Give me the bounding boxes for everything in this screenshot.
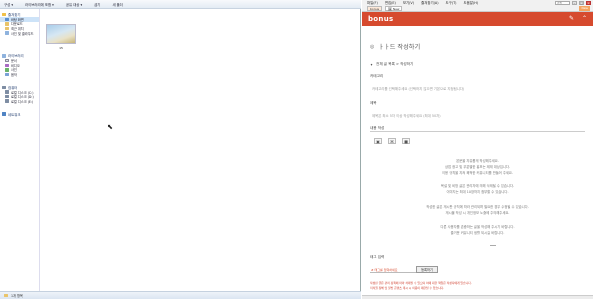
tab-new[interactable]: 🖼 New: [385, 6, 403, 11]
breadcrumb-text: 전체 글 목록 > 작성하기: [376, 62, 414, 66]
image-icon[interactable]: ▣: [374, 138, 382, 144]
editor-line: 본문을 자유롭게 작성해주세요.: [456, 159, 499, 163]
breadcrumb: ✦ 전체 글 목록 > 작성하기: [370, 62, 413, 67]
nav-item-drive-e[interactable]: 로컬 디스크 (E:): [0, 99, 39, 104]
drive-icon: [5, 99, 9, 103]
explorer-toolbar: 구성 ▾ 라이브러리에 포함 ▾ 공유 대상 ▾ 굽기 새 폴더: [0, 0, 361, 9]
music-icon: [5, 72, 9, 77]
nav-item-cloud[interactable]: 사진 및 클라우드: [0, 31, 39, 36]
bonus-panel: 파일(F) 편집(E) 보기(V) 즐겨찾기(A) 도구(T) 도움말(H) 검…: [362, 0, 593, 299]
category-select[interactable]: 카테고리를 선택해주세요 (선택하지 않으면 기본으로 지정됩니다): [372, 86, 464, 91]
drive-icon: [5, 90, 9, 94]
tag-label: 태그 입력: [370, 255, 385, 259]
video-icon: [5, 63, 9, 68]
back-icon[interactable]: ◎: [370, 44, 374, 50]
menu-view[interactable]: 보기(V): [403, 0, 414, 5]
toolbar-organize[interactable]: 구성 ▾: [4, 2, 13, 7]
editor-toolbar: ▣ ⌘ ■: [374, 138, 410, 144]
mouse-cursor-icon: ⬉: [107, 123, 113, 131]
edit-icon[interactable]: ✎: [569, 15, 574, 22]
content-editor[interactable]: ▣ ⌘ ■ 본문을 자유롭게 작성해주세요. 상업 광고 및 무분별한 홍보는 …: [370, 131, 585, 246]
pin-icon: ✦: [370, 62, 374, 67]
page-title-row: ◎ ㅏㅏ드 작성하기: [370, 42, 421, 52]
toolbar-burn[interactable]: 굽기: [94, 2, 100, 7]
close-button[interactable]: ×: [586, 1, 591, 5]
library-icon: [2, 54, 6, 58]
editor-line: 이용 규칙을 지켜 쾌적한 커뮤니티를 만들어 주세요.: [441, 171, 514, 175]
bookmark-new[interactable]: New: [579, 6, 590, 11]
bottom-bar: [362, 295, 593, 299]
editor-line: 다른 사용자를 존중하는 글을 작성해 주시기 바랍니다.: [440, 225, 515, 229]
computer-icon: [2, 85, 6, 89]
desktop-icon: [5, 17, 9, 22]
resize-handle[interactable]: [490, 245, 496, 246]
tab-bonus[interactable]: bonus: [367, 6, 383, 11]
minimize-button[interactable]: –: [572, 1, 577, 5]
search-box[interactable]: 검색: [555, 1, 570, 5]
page-title: ㅏㅏ드 작성하기: [378, 44, 421, 51]
category-label: 카테고리: [370, 74, 384, 78]
status-bar: 1개 항목: [0, 291, 361, 299]
file-explorer-window: 구성 ▾ 라이브러리에 포함 ▾ 공유 대상 ▾ 굽기 새 폴더 즐겨찾기 바탕…: [0, 0, 361, 299]
folder-icon: [5, 22, 9, 26]
bookmark-bar: New: [579, 6, 590, 11]
menu-favorites[interactable]: 즐겨찾기(A): [421, 0, 438, 5]
toolbar-include-library[interactable]: 라이브러리에 포함 ▾: [25, 2, 54, 7]
document-icon: [5, 58, 9, 63]
editor-line: 이미지는 최대 10장까지 첨부할 수 있습니다.: [446, 190, 509, 194]
drive-icon: [5, 94, 9, 99]
editor-line: 욕설 및 비방 글은 관리자에 의해 삭제될 수 있습니다.: [440, 184, 515, 188]
thumbnail-label[interactable]: 15: [46, 46, 76, 50]
file-list-area[interactable]: 15: [41, 9, 361, 291]
cloud-icon: [5, 31, 9, 35]
menu-tools[interactable]: 도구(T): [446, 0, 457, 5]
subject-input[interactable]: 제목은 최소 5자 이상 작성해주세요 (최대 50자): [372, 113, 441, 118]
bonus-header: bonus ✎ ⌃: [362, 12, 593, 26]
browser-controls: 검색 – □ ×: [555, 1, 591, 5]
editor-line: 상업 광고 및 무분별한 홍보는 제재 대상입니다.: [445, 165, 510, 169]
tag-input[interactable]: # 태그를 입력하세요: [370, 268, 416, 273]
network-icon: [2, 112, 6, 116]
folder-icon: [5, 26, 9, 31]
image-thumbnail[interactable]: [46, 24, 76, 44]
menu-help[interactable]: 도움말(H): [464, 0, 479, 5]
nav-network[interactable]: 네트워크: [0, 112, 39, 117]
bonus-logo[interactable]: bonus: [368, 15, 393, 23]
editor-line: 게시물 작성 시 개인정보 노출에 주의해주세요.: [445, 211, 510, 215]
picture-icon: [5, 68, 9, 72]
navigation-pane: 즐겨찾기 바탕 화면 다운로드 최근 위치 사진 및 클라우드 라이브러리 문서…: [0, 9, 40, 291]
attach-icon[interactable]: ⌘: [388, 138, 396, 144]
star-icon: [2, 12, 6, 17]
editor-line: 작성한 글은 게시판 규칙에 따라 관리되며 필요한 경우 수정될 수 있습니다…: [426, 205, 529, 209]
toolbar-share[interactable]: 공유 대상 ▾: [66, 2, 82, 7]
menu-file[interactable]: 파일(F): [367, 0, 378, 5]
footnote-2: 저작권 침해 및 불법 콘텐츠 게시 시 이용이 제한될 수 있습니다.: [370, 286, 445, 290]
folder-icon: [4, 294, 8, 297]
editor-line: 즐거운 커뮤니티 생활 되시길 바랍니다.: [450, 231, 505, 235]
subject-label: 제목: [370, 101, 377, 105]
toolbar-new-folder[interactable]: 새 폴더: [112, 2, 122, 7]
tab-row: bonus 🖼 New: [367, 6, 403, 11]
maximize-button[interactable]: □: [579, 1, 584, 5]
nav-item-music[interactable]: 음악: [0, 72, 39, 77]
footnote-1: 작성된 글은 관리 정책에 따라 삭제될 수 있으며 이에 대한 책임은 작성자…: [370, 281, 472, 285]
menu-edit[interactable]: 편집(E): [385, 0, 396, 5]
status-text: 1개 항목: [11, 294, 23, 298]
browser-toolbar: 파일(F) 편집(E) 보기(V) 즐겨찾기(A) 도구(T) 도움말(H) 검…: [362, 0, 593, 12]
chevron-up-icon[interactable]: ⌃: [582, 15, 587, 22]
tag-submit-button[interactable]: 등록하기: [416, 266, 438, 273]
menu-bar: 파일(F) 편집(E) 보기(V) 즐겨찾기(A) 도구(T) 도움말(H): [367, 0, 478, 5]
video-icon[interactable]: ■: [402, 138, 410, 144]
